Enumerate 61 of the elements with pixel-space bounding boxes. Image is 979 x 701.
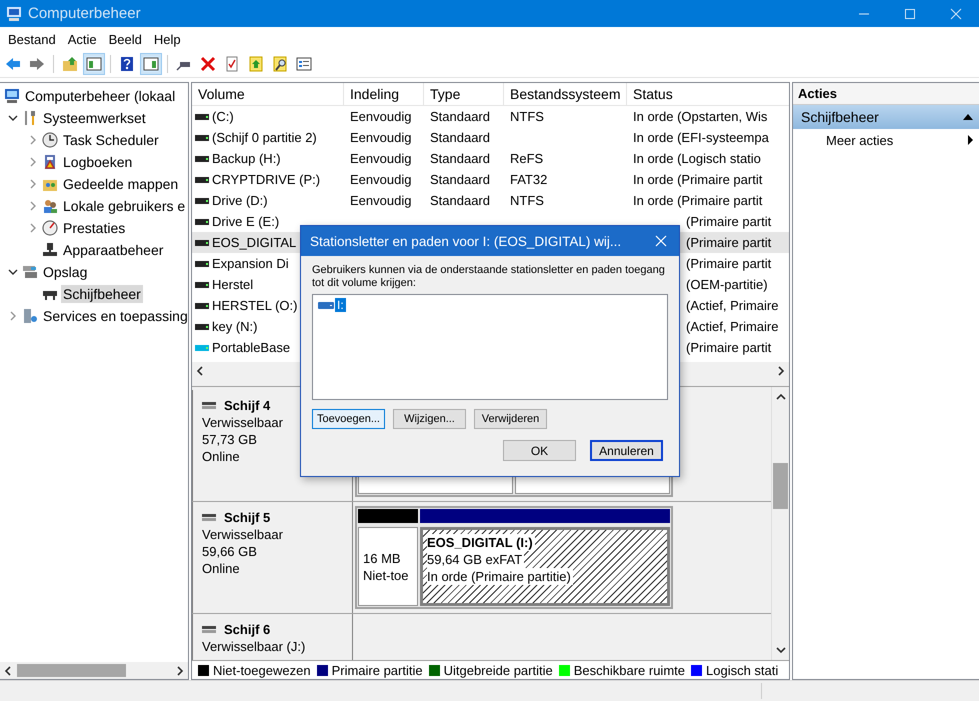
disk-size: 59,66 GB bbox=[202, 544, 257, 559]
table-cell-text: Standaard bbox=[429, 193, 491, 208]
partition-detail: In orde (Primaire partitie) bbox=[427, 568, 573, 585]
disk-name: Schijf 5 bbox=[224, 510, 270, 525]
table-cell: (Actief, Primaire bbox=[686, 319, 778, 334]
table-cell: (Primaire partit bbox=[686, 256, 772, 271]
disk-status: Online bbox=[202, 449, 240, 464]
dialog-message: Gebruikers kunnen via de onderstaande stationsletter en paden toegang tot dit volume krijgen: bbox=[312, 264, 666, 290]
table-cell: EOS_DIGITAL bbox=[212, 235, 296, 250]
table-cell: ReFS bbox=[510, 151, 544, 166]
table-cell-text: In orde (Opstarten, Wis bbox=[632, 109, 768, 124]
table-cell: (Primaire partit bbox=[686, 214, 772, 229]
table-cell: CRYPTDRIVE (P:) bbox=[212, 172, 320, 187]
disk-type: Verwisselbaar bbox=[202, 527, 283, 542]
table-cell: HERSTEL (O:) bbox=[212, 298, 298, 313]
table-cell-text: Standaard bbox=[429, 151, 491, 166]
disk-name: Schijf 4 bbox=[224, 398, 270, 413]
table-cell-text: In orde (Primaire partit bbox=[632, 193, 764, 208]
table-cell: NTFS bbox=[510, 193, 544, 208]
table-cell: PortableBase bbox=[212, 340, 290, 355]
table-cell-text: Standaard bbox=[429, 109, 491, 124]
table-cell: (Primaire partit bbox=[686, 340, 772, 355]
table-cell: FAT32 bbox=[510, 172, 548, 187]
table-cell: (Actief, Primaire bbox=[686, 298, 778, 313]
partition-name: EOS_DIGITAL (I:) bbox=[427, 534, 535, 551]
table-cell-text: Eenvoudig bbox=[349, 109, 412, 124]
table-cell: (Primaire partit bbox=[686, 235, 772, 250]
table-cell: (OEM-partitie) bbox=[686, 277, 768, 292]
table-cell: Drive (D:) bbox=[212, 193, 268, 208]
legend-label: Beschikbare ruimte bbox=[574, 662, 685, 678]
dialog-title: Stationsletter en paden voor I: (EOS_DIGITAL) wij... bbox=[310, 234, 622, 248]
disk-status: Online bbox=[202, 561, 240, 576]
partition-detail: 59,64 GB exFAT bbox=[427, 551, 524, 568]
disk-name: Schijf 6 bbox=[224, 622, 270, 637]
disk-size: 57,73 GB bbox=[202, 432, 257, 447]
disk-type: Verwisselbaar bbox=[202, 415, 283, 430]
table-cell-text: Standaard bbox=[429, 130, 491, 145]
actions-header: Acties bbox=[793, 83, 979, 105]
table-cell: Expansion Di bbox=[212, 256, 289, 271]
window-title: Computerbeheer bbox=[28, 5, 142, 22]
table-cell: (Schijf 0 partitie 2) bbox=[212, 130, 317, 145]
table-cell-text: Eenvoudig bbox=[349, 130, 412, 145]
table-cell-text: Eenvoudig bbox=[349, 193, 412, 208]
table-cell-text: In orde (Primaire partit bbox=[632, 172, 764, 187]
table-cell: Drive E (E:) bbox=[212, 214, 280, 229]
table-cell-text: In orde (EFI-systeempa bbox=[632, 130, 770, 145]
table-cell: Herstel bbox=[212, 277, 254, 292]
legend-label: Logisch stati bbox=[706, 662, 778, 678]
table-cell-text: In orde (Logisch statio bbox=[632, 151, 762, 166]
disk-type: Verwisselbaar (J:) bbox=[202, 639, 306, 654]
legend-label: Primaire partitie bbox=[332, 662, 423, 678]
table-cell-text: Eenvoudig bbox=[349, 172, 412, 187]
legend-label: Uitgebreide partitie bbox=[444, 662, 553, 678]
table-cell-text: Standaard bbox=[429, 172, 491, 187]
table-cell: key (N:) bbox=[212, 319, 258, 334]
table-cell: (C:) bbox=[212, 109, 234, 124]
legend-label: Niet-toegewezen bbox=[213, 662, 311, 678]
table-cell-text: Eenvoudig bbox=[349, 151, 412, 166]
table-cell: NTFS bbox=[510, 109, 544, 124]
section-title: Schijfbeheer bbox=[801, 109, 879, 125]
table-cell: Backup (H:) bbox=[212, 151, 281, 166]
